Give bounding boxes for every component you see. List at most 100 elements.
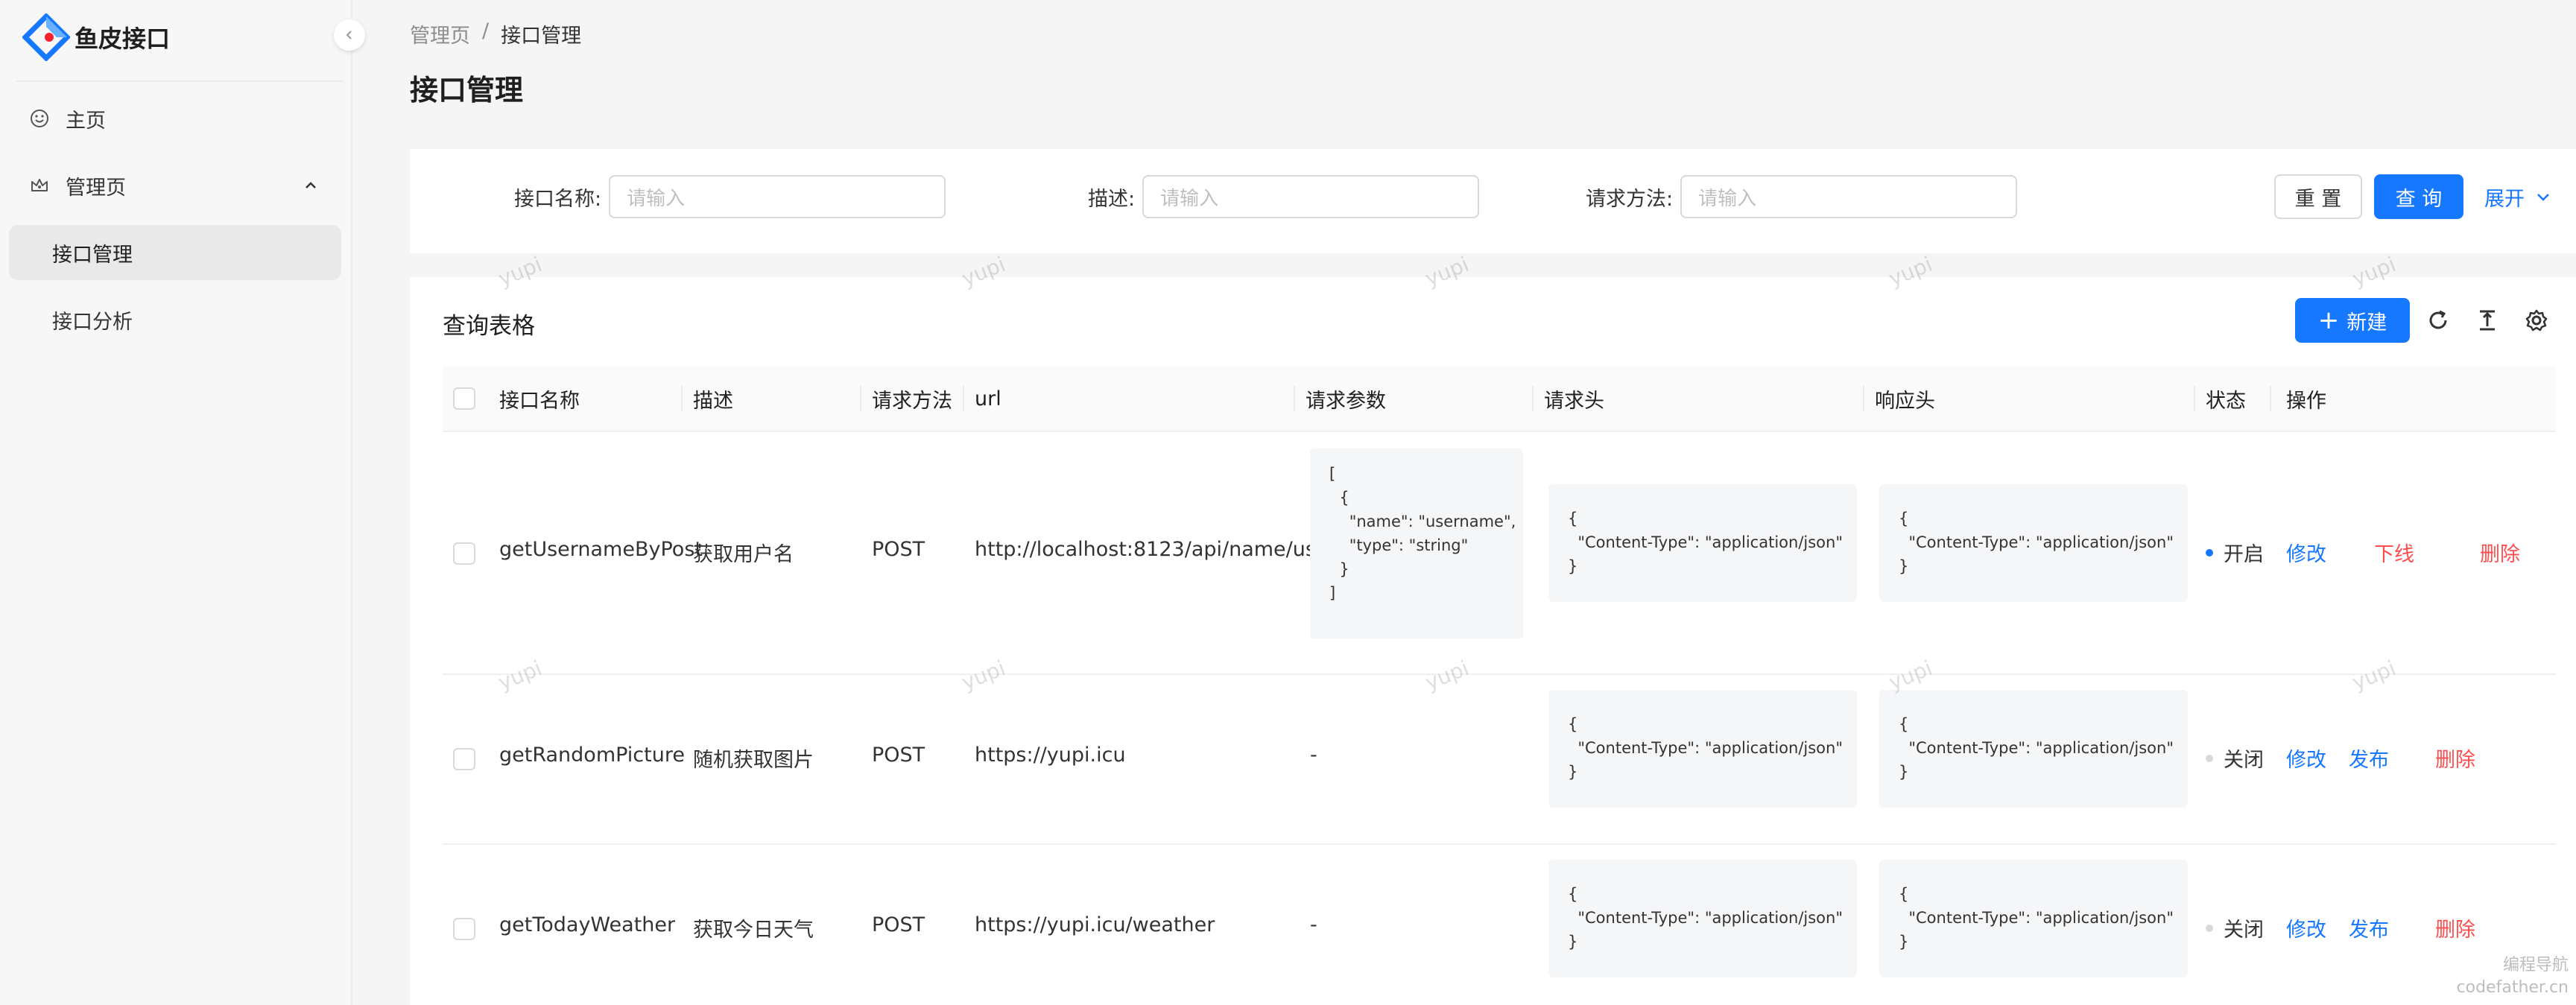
name-input[interactable]: 请输入 [609,175,946,218]
field-label: 请求方法: [1586,187,1674,211]
api-description: 获取用户名 [693,543,794,566]
page-title: 接口管理 [410,74,524,107]
corner-watermark-line1: 编程导航 [2502,956,2569,974]
table-header: 接口名称 描述 请求方法 url 请求参数 请求头 响应头 状态 操作 [443,367,2556,432]
api-method: POST [872,538,925,561]
status-badge: 开启 [2206,538,2264,567]
method-input[interactable]: 请输入 [1680,175,2018,218]
delete-link[interactable]: 删除 [2435,744,2475,773]
crown-icon [28,174,51,197]
table-row: getTodayWeather 获取今日天气 POST https://yupi… [443,845,2556,1004]
breadcrumb-current: 接口管理 [501,25,582,48]
sidebar: 鱼皮接口 主页 管理页 接口管理 接口分析 [0,0,352,1005]
status-badge: 关闭 [2206,744,2264,773]
api-name: getUsernameByPost [499,538,703,561]
request-params: - [1310,913,1317,936]
sidebar-item-admin[interactable]: 管理页 [9,158,341,213]
column-header[interactable]: 请求方法 [872,367,952,431]
row-checkbox[interactable] [453,918,475,940]
sidebar-item-api-management[interactable]: 接口管理 [9,225,341,280]
column-separator [2270,386,2271,411]
response-header: { "Content-Type": "application/json" } [1879,690,2188,808]
app-name: 鱼皮接口 [75,25,171,53]
api-url: https://yupi.icu [975,744,1126,767]
status-text: 关闭 [2224,919,2264,942]
chevron-left-icon [346,31,352,39]
search-form: 接口名称: 请输入 描述: 请输入 请求方法: 请输入 重 置 查 询 展开 [410,149,2576,253]
request-header: { "Content-Type": "application/json" } [1548,484,1857,602]
delete-link[interactable]: 删除 [2435,913,2475,942]
api-url: https://yupi.icu/weather [975,913,1215,936]
response-header: { "Content-Type": "application/json" } [1879,484,2188,602]
search-field-method: 请求方法: 请输入 [1586,174,2018,219]
divider [16,80,344,82]
offline-link[interactable]: 下线 [2374,538,2414,567]
corner-watermark: 编程导航 codefather.cn [2457,954,2569,999]
reload-icon[interactable] [2425,307,2452,334]
edit-link[interactable]: 修改 [2286,538,2326,567]
breadcrumb: 管理页 / 接口管理 [410,19,581,48]
logo-icon [22,13,70,61]
status-dot [2206,924,2213,932]
column-height-icon[interactable] [2474,307,2501,334]
column-header[interactable]: 请求头 [1544,367,1604,431]
chevron-down-icon [2537,194,2549,201]
search-field-description: 描述: 请输入 [1088,174,1480,219]
column-separator [2194,386,2195,411]
request-params: - [1310,744,1317,767]
row-checkbox[interactable] [453,542,475,565]
api-method: POST [872,913,925,936]
delete-link[interactable]: 删除 [2480,538,2520,567]
expand-label: 展开 [2484,187,2525,211]
status-text: 开启 [2224,543,2264,566]
chevron-up-icon [303,176,319,199]
search-button[interactable]: 查 询 [2374,174,2463,219]
reset-button[interactable]: 重 置 [2274,174,2362,219]
sidebar-item-label: 接口分析 [52,310,133,334]
new-button[interactable]: + 新建 [2295,298,2410,343]
table-card: 查询表格 + 新建 接口名称 描述 请求方法 url 请求参数 请求头 响应头 … [410,277,2576,1005]
breadcrumb-parent[interactable]: 管理页 [410,19,470,48]
publish-link[interactable]: 发布 [2349,913,2389,942]
api-url: http://localhost:8123/api/name/user [975,538,1337,561]
description-input[interactable]: 请输入 [1142,175,1480,218]
logo[interactable]: 鱼皮接口 [22,13,170,61]
response-header: { "Content-Type": "application/json" } [1879,860,2188,977]
settings-icon[interactable] [2523,307,2550,334]
sidebar-item-label: 主页 [66,109,106,133]
request-header: { "Content-Type": "application/json" } [1548,860,1857,977]
corner-watermark-line2: codefather.cn [2456,978,2569,997]
request-header: { "Content-Type": "application/json" } [1548,690,1857,808]
row-checkbox[interactable] [453,748,475,770]
collapse-sidebar-button[interactable] [334,19,365,51]
table-row: getUsernameByPost 获取用户名 POST http://loca… [443,432,2556,675]
api-name: getTodayWeather [499,913,676,936]
field-label: 接口名称: [514,187,602,211]
column-header[interactable]: 请求参数 [1306,367,1386,431]
breadcrumb-separator: / [482,19,490,42]
column-header: 操作 [2286,389,2326,413]
status-dot [2206,548,2213,557]
edit-link[interactable]: 修改 [2286,744,2326,773]
publish-link[interactable]: 发布 [2349,744,2389,773]
edit-link[interactable]: 修改 [2286,913,2326,942]
sidebar-item-label: 接口管理 [52,243,133,267]
sidebar-item-home[interactable]: 主页 [9,91,341,146]
column-header[interactable]: 接口名称 [499,367,580,431]
table-title: 查询表格 [443,313,535,340]
column-header[interactable]: 描述 [693,367,733,431]
column-separator [860,386,861,411]
api-description: 获取今日天气 [693,919,814,942]
sidebar-item-api-analysis[interactable]: 接口分析 [9,292,341,347]
api-description: 随机获取图片 [693,749,814,772]
api-method: POST [872,744,925,767]
column-header[interactable]: 状态 [2206,367,2246,431]
expand-link[interactable]: 展开 [2484,174,2553,219]
select-all-checkbox[interactable] [453,387,475,410]
column-separator [1532,386,1534,411]
smile-icon [28,107,51,130]
sidebar-item-label: 管理页 [66,176,126,200]
column-header[interactable]: 响应头 [1875,367,1935,431]
column-separator [963,386,964,411]
column-header[interactable]: url [975,367,1001,431]
